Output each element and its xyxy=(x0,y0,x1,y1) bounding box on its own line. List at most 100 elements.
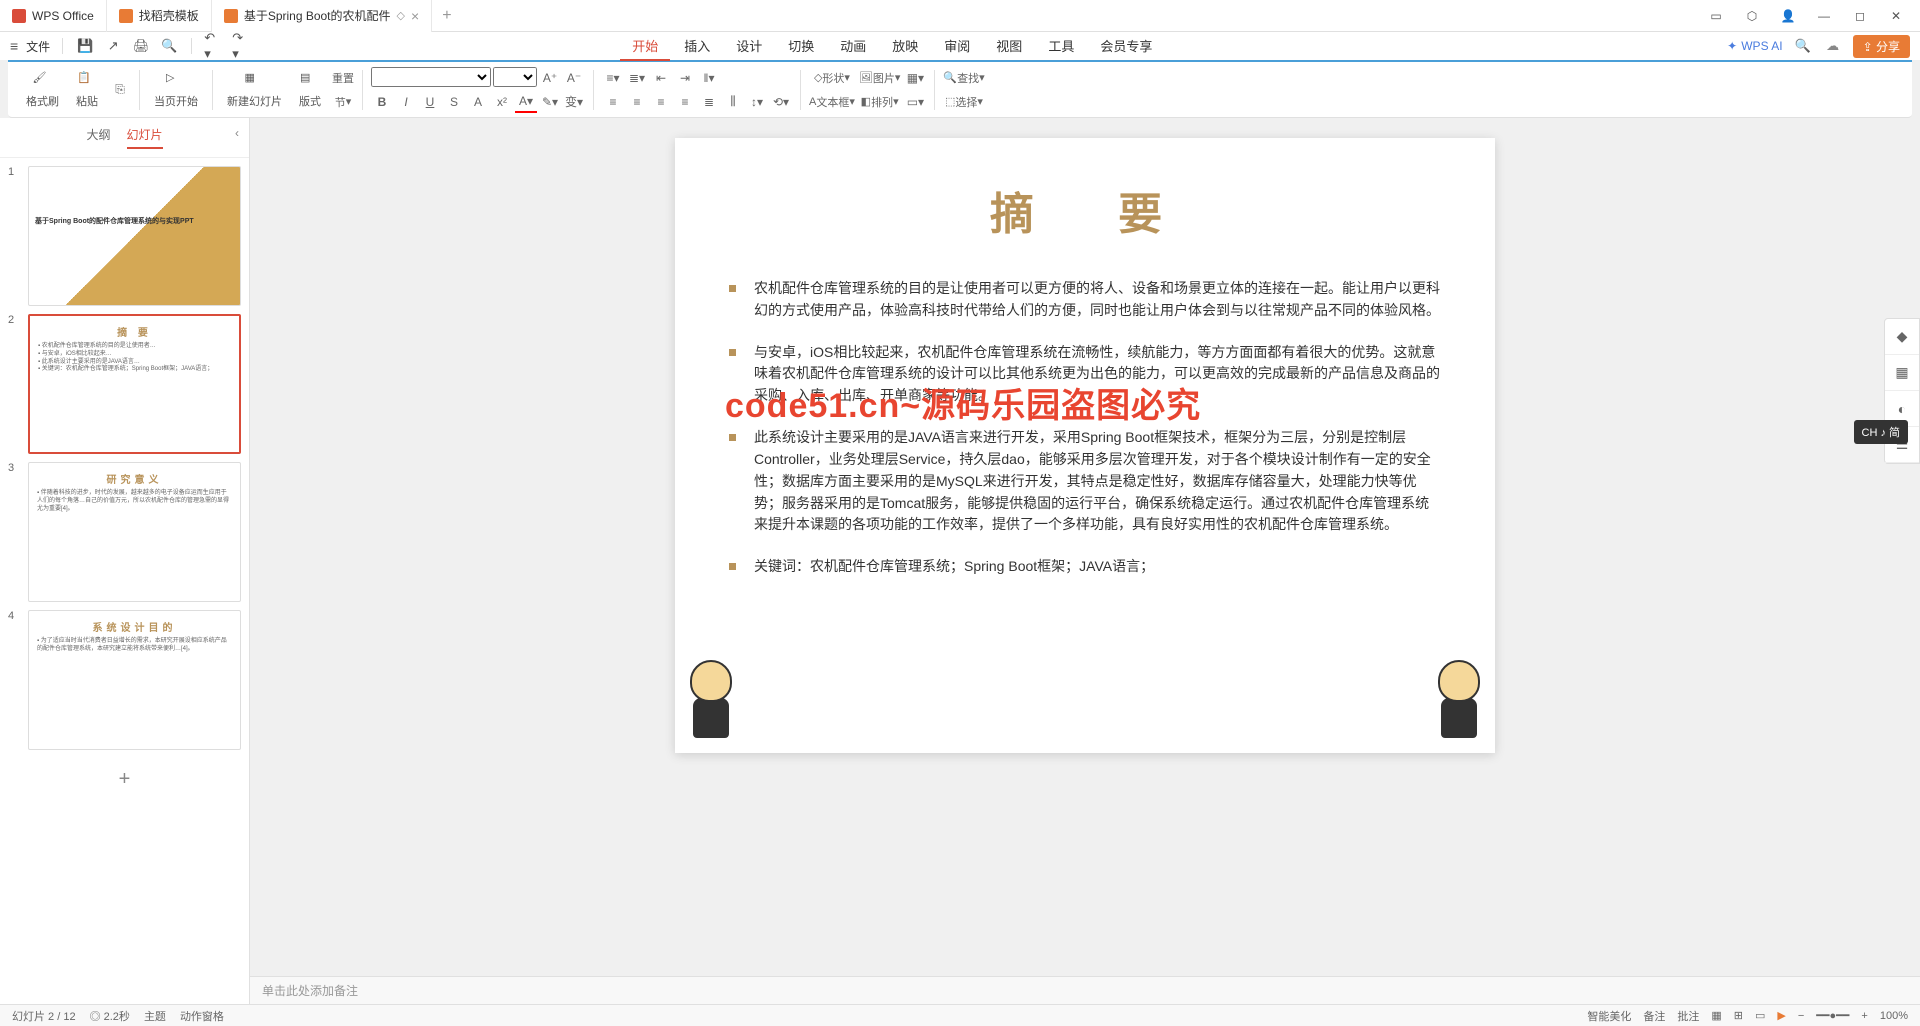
text-direction-icon[interactable]: ↕▾ xyxy=(746,91,768,113)
thumbnails-list[interactable]: 1 基于Spring Boot的配件仓库管理系统的与实现PPT 2 摘 要 ▪ … xyxy=(0,158,249,1004)
bullet-list[interactable]: 农机配件仓库管理系统的目的是让使用者可以更方便的将人、设备和场景更立体的连接在一… xyxy=(729,278,1441,578)
view-sorter-icon[interactable]: ⊞ xyxy=(1734,1009,1743,1022)
shape-button[interactable]: ◇ 形状▾ xyxy=(809,67,855,89)
image-button[interactable]: 🖼 图片▾ xyxy=(859,67,901,89)
file-menu[interactable]: 文件 xyxy=(26,38,50,55)
timing-status[interactable]: ◎ 2.2秒 xyxy=(90,1008,130,1024)
action-pane-status[interactable]: 动作窗格 xyxy=(180,1008,224,1024)
close-tab-icon[interactable]: × xyxy=(411,8,419,24)
format-brush-button[interactable]: 🖌格式刷 xyxy=(20,66,65,114)
tab-design[interactable]: 设计 xyxy=(724,32,774,61)
line-spacing-icon[interactable]: ‖▾ xyxy=(698,67,720,89)
zoom-level[interactable]: 100% xyxy=(1880,1010,1908,1022)
new-slide-button[interactable]: ▦新建幻灯片 xyxy=(221,66,288,114)
view-normal-icon[interactable]: ▦ xyxy=(1711,1009,1721,1022)
find-button[interactable]: 🔍 查找▾ xyxy=(943,67,984,89)
tab-slideshow[interactable]: 放映 xyxy=(880,32,930,61)
highlight-icon[interactable]: ✎▾ xyxy=(539,91,561,113)
comments-toggle[interactable]: 批注 xyxy=(1677,1008,1699,1024)
cube-icon[interactable]: ⬡ xyxy=(1736,2,1768,30)
collapse-panel-icon[interactable]: ‹ xyxy=(235,126,239,140)
beautify-button[interactable]: 智能美化 xyxy=(1587,1008,1631,1024)
font-color-icon[interactable]: A▾ xyxy=(515,91,537,113)
select-button[interactable]: ⬚ 选择▾ xyxy=(943,91,984,113)
indent-right-icon[interactable]: ⇥ xyxy=(674,67,696,89)
play-from-current-button[interactable]: ▷当页开始 xyxy=(148,66,204,114)
fill-icon[interactable]: ▦▾ xyxy=(904,67,926,89)
slide-title[interactable]: 摘 要 xyxy=(747,178,1441,242)
share-button[interactable]: ⇪ 分享 xyxy=(1853,35,1910,58)
copy-icon[interactable]: ⎘ xyxy=(109,79,131,101)
reset-button[interactable]: 重置 xyxy=(332,67,354,89)
avatar-icon[interactable]: 👤 xyxy=(1772,2,1804,30)
thumbnail-item[interactable]: 2 摘 要 ▪ 农机配件仓库管理系统的目的是让使用者…▪ 与安卓，iOS相比较起… xyxy=(8,314,241,454)
tab-transition[interactable]: 切换 xyxy=(776,32,826,61)
tab-review[interactable]: 审阅 xyxy=(932,32,982,61)
print-icon[interactable]: 🖨 xyxy=(131,36,151,56)
section-button[interactable]: 节▾ xyxy=(332,91,354,113)
preview-icon[interactable]: 🔍 xyxy=(159,36,179,56)
align-left-icon[interactable]: ≡ xyxy=(602,91,624,113)
current-slide[interactable]: 摘 要 农机配件仓库管理系统的目的是让使用者可以更方便的将人、设备和场景更立体的… xyxy=(675,138,1495,753)
wps-ai-button[interactable]: ✦ WPS AI xyxy=(1727,39,1782,53)
layout-button[interactable]: ▤版式 xyxy=(292,66,328,114)
slide-thumbnail-3[interactable]: 研究意义 ▪ 伴随着科技的进步，时代的发展，越来越多的电子设备应运而生应用于人们… xyxy=(28,462,241,602)
zoom-in-icon[interactable]: + xyxy=(1861,1010,1867,1022)
slide-thumbnail-1[interactable]: 基于Spring Boot的配件仓库管理系统的与实现PPT xyxy=(28,166,241,306)
thumbnail-item[interactable]: 4 系统设计目的 ▪ 为了适应当时当代消费者日益增长的需求，本研究开展设相应系统… xyxy=(8,610,241,750)
tab-insert[interactable]: 插入 xyxy=(672,32,722,61)
zoom-slider[interactable]: ━━●━━ xyxy=(1816,1009,1849,1022)
increase-font-icon[interactable]: A⁺ xyxy=(539,67,561,89)
outline-icon[interactable]: ▭▾ xyxy=(904,91,926,113)
text-effect-icon[interactable]: 变▾ xyxy=(563,91,585,113)
tab-tools[interactable]: 工具 xyxy=(1036,32,1086,61)
slide-counter[interactable]: 幻灯片 2 / 12 xyxy=(12,1008,76,1024)
bullet-item[interactable]: 此系统设计主要采用的是JAVA语言来进行开发，采用Spring Boot框架技术… xyxy=(729,427,1441,536)
panel-icon[interactable]: ▭ xyxy=(1700,2,1732,30)
indent-left-icon[interactable]: ⇤ xyxy=(650,67,672,89)
app-tab-wps[interactable]: WPS Office xyxy=(0,0,107,32)
bullet-item[interactable]: 关键词：农机配件仓库管理系统；Spring Boot框架；JAVA语言； xyxy=(729,556,1441,578)
paste-button[interactable]: 📋粘贴 xyxy=(69,66,105,114)
cloud-icon[interactable]: ☁ xyxy=(1823,36,1843,56)
outline-tab[interactable]: 大纲 xyxy=(86,126,110,149)
tab-member[interactable]: 会员专享 xyxy=(1088,32,1164,61)
hamburger-icon[interactable]: ≡ xyxy=(10,38,18,54)
sub-icon[interactable]: A xyxy=(467,91,489,113)
undo-icon[interactable]: ↶ ▾ xyxy=(204,36,224,56)
search-icon[interactable]: 🔍 xyxy=(1793,36,1813,56)
minimize-button[interactable]: — xyxy=(1808,2,1840,30)
add-slide-button[interactable]: + xyxy=(8,758,241,801)
sup-icon[interactable]: x² xyxy=(491,91,513,113)
italic-icon[interactable]: I xyxy=(395,91,417,113)
thumbnail-item[interactable]: 3 研究意义 ▪ 伴随着科技的进步，时代的发展，越来越多的电子设备应运而生应用于… xyxy=(8,462,241,602)
strike-icon[interactable]: S xyxy=(443,91,465,113)
tab-animation[interactable]: 动画 xyxy=(828,32,878,61)
textbox-button[interactable]: A 文本框▾ xyxy=(809,91,855,113)
app-tab-document[interactable]: 基于Spring Boot的农机配件 ◇ × xyxy=(212,0,432,32)
bullet-item[interactable]: 农机配件仓库管理系统的目的是让使用者可以更方便的将人、设备和场景更立体的连接在一… xyxy=(729,278,1441,322)
slides-tab[interactable]: 幻灯片 xyxy=(127,126,163,149)
strip-tool-2[interactable]: ▦ xyxy=(1885,355,1919,391)
arrange-button[interactable]: ◧ 排列▾ xyxy=(859,91,901,113)
decrease-font-icon[interactable]: A⁻ xyxy=(563,67,585,89)
bullet-item[interactable]: 与安卓，iOS相比较起来，农机配件仓库管理系统在流畅性，续航能力，等方方面面都有… xyxy=(729,342,1441,407)
maximize-button[interactable]: ◻ xyxy=(1844,2,1876,30)
font-size-select[interactable] xyxy=(493,67,537,87)
close-button[interactable]: ✕ xyxy=(1880,2,1912,30)
underline-icon[interactable]: U xyxy=(419,91,441,113)
view-reading-icon[interactable]: ▭ xyxy=(1755,1009,1765,1022)
bullets-icon[interactable]: ≡▾ xyxy=(602,67,624,89)
tab-start[interactable]: 开始 xyxy=(620,32,670,61)
export-icon[interactable]: ↗ xyxy=(103,36,123,56)
slide-viewport[interactable]: 摘 要 农机配件仓库管理系统的目的是让使用者可以更方便的将人、设备和场景更立体的… xyxy=(250,118,1920,976)
tab-view[interactable]: 视图 xyxy=(984,32,1034,61)
distribute-icon[interactable]: ≣ xyxy=(698,91,720,113)
theme-status[interactable]: 主题 xyxy=(144,1008,166,1024)
slide-thumbnail-2[interactable]: 摘 要 ▪ 农机配件仓库管理系统的目的是让使用者…▪ 与安卓，iOS相比较起来…… xyxy=(28,314,241,454)
numbering-icon[interactable]: ≣▾ xyxy=(626,67,648,89)
columns-icon[interactable]: ⫼ xyxy=(722,91,744,113)
zoom-out-icon[interactable]: − xyxy=(1798,1010,1804,1022)
strip-tool-1[interactable]: ◆ xyxy=(1885,319,1919,355)
bold-icon[interactable]: B xyxy=(371,91,393,113)
